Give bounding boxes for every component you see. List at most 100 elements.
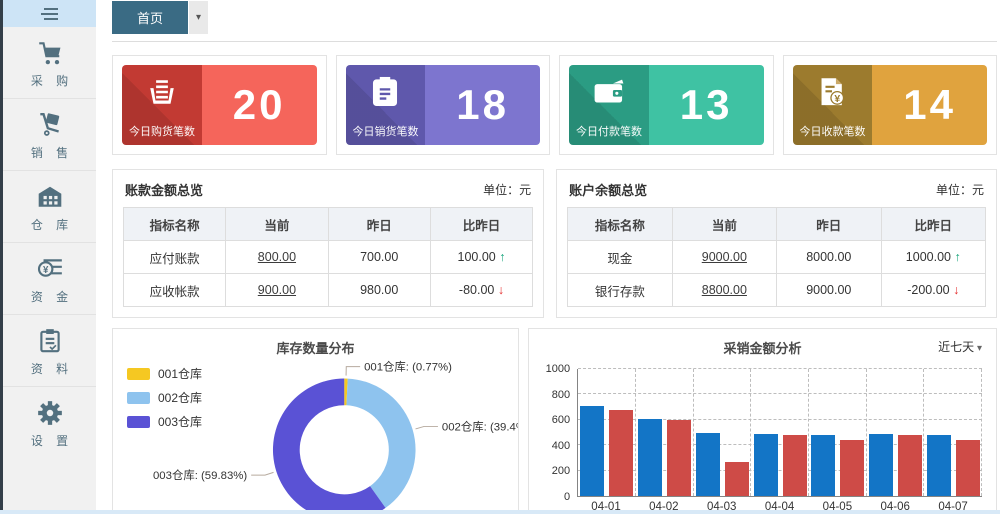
pie-chart-panel: 库存数量分布 001仓库 002仓库 003仓库 001仓库: (0.77%)0… [112, 328, 519, 514]
kpi-card-payment-count[interactable]: 今日付款笔数 13 [569, 65, 764, 145]
current-value-link[interactable]: 9000.00 [702, 250, 747, 264]
bar-group-04-06 [867, 369, 925, 496]
dashboard-content: 今日购货笔数 20 今日销货笔数 18 今日付款笔数 [112, 42, 997, 514]
bar-销售-04-01 [609, 410, 633, 496]
kpi-card-panel-payment-count: 今日付款笔数 13 [559, 55, 774, 155]
donut-slice-002仓库 [346, 379, 415, 508]
bar-销售-04-04 [783, 435, 807, 496]
kpi-card-value-block: 14 [872, 65, 987, 145]
kpi-card-value: 14 [903, 81, 956, 129]
bar-chart-header: 采销金额分析 近七天 [543, 329, 982, 357]
bar-chart-panel: 采销金额分析 近七天 02004006008001000 04-0104-020… [528, 328, 997, 514]
bar-销售-04-06 [898, 435, 922, 496]
table-row: 银行存款 8800.00 9000.00 -200.00 ↓ [568, 274, 986, 307]
legend-label: 003仓库 [158, 413, 202, 430]
bar-group-04-02 [636, 369, 694, 496]
kpi-card-icon-block: ¥ 今日收款笔数 [793, 65, 873, 145]
bar-chart-title: 采销金额分析 [543, 329, 982, 357]
svg-text:¥: ¥ [835, 94, 841, 105]
y-axis-tick-label: 400 [552, 440, 570, 452]
tab-dropdown-button[interactable] [188, 1, 208, 34]
row-name: 应付账款 [124, 241, 226, 274]
table-panel-accounts-amount: 账款金额总览 单位：元 指标名称当前昨日比昨日 应付账款 800.00 700.… [112, 169, 544, 318]
sidebar: 采 购销 售仓 库 ¥ 资 金资 料设 置 [3, 0, 96, 514]
kpi-card-icon-block: 今日购货笔数 [122, 65, 202, 145]
sidebar-item-funds[interactable]: ¥ 资 金 [3, 242, 96, 314]
delta-value: 100.00 ↑ [430, 241, 532, 274]
sidebar-item-label: 资 金 [3, 288, 96, 305]
table-title: 账户余额总览 [569, 180, 647, 199]
main-area: 首页 今日购货笔数 20 今日销货笔数 [96, 0, 1000, 514]
summary-table: 指标名称当前昨日比昨日 应付账款 800.00 700.00 100.00 ↑ … [123, 207, 533, 307]
tab-home[interactable]: 首页 [112, 1, 188, 34]
menu-collapse-icon [40, 7, 60, 21]
trend-up-arrow-icon: ↑ [954, 250, 960, 264]
kpi-card-receipt-count[interactable]: ¥ 今日收款笔数 14 [793, 65, 988, 145]
bar-plot-area [577, 369, 982, 497]
legend-swatch [127, 416, 150, 428]
kpi-card-purchase-count[interactable]: 今日购货笔数 20 [122, 65, 317, 145]
kpi-card-value-block: 18 [425, 65, 540, 145]
pie-legend-item-003仓库[interactable]: 003仓库 [127, 413, 202, 430]
row-name: 现金 [568, 241, 672, 274]
table-header-cell: 比昨日 [881, 208, 985, 241]
bar-采购-04-07 [927, 435, 951, 496]
pie-legend: 001仓库 002仓库 003仓库 [127, 365, 202, 437]
summary-tables-row: 账款金额总览 单位：元 指标名称当前昨日比昨日 应付账款 800.00 700.… [112, 169, 997, 318]
y-axis-tick-label: 600 [552, 414, 570, 426]
slice-callout-label: 002仓库: (39.4%) [442, 419, 518, 433]
delta-value: -80.00 ↓ [430, 274, 532, 307]
current-value-link[interactable]: 800.00 [258, 250, 296, 264]
table-header-cell: 昨日 [328, 208, 430, 241]
kpi-card-label: 今日付款笔数 [576, 123, 642, 139]
kpi-card-label: 今日购货笔数 [129, 123, 195, 139]
kpi-card-value-block: 13 [649, 65, 764, 145]
row-name: 应收帐款 [124, 274, 226, 307]
sidebar-collapse-button[interactable] [3, 0, 96, 27]
table-title: 账款金额总览 [125, 180, 203, 199]
kpi-cards-row: 今日购货笔数 20 今日销货笔数 18 今日付款笔数 [112, 55, 997, 155]
legend-swatch [127, 368, 150, 380]
sidebar-item-data[interactable]: 资 料 [3, 314, 96, 386]
warehouse-icon [36, 183, 64, 211]
table-unit-label: 单位：元 [936, 181, 984, 198]
bar-销售-04-03 [725, 462, 749, 496]
wallet-icon [592, 75, 626, 109]
current-value-link[interactable]: 8800.00 [702, 283, 747, 297]
gear-icon [36, 399, 64, 427]
row-name: 银行存款 [568, 274, 672, 307]
legend-swatch [127, 392, 150, 404]
bar-采购-04-01 [580, 406, 604, 496]
sidebar-item-warehouse[interactable]: 仓 库 [3, 170, 96, 242]
clipboard-icon [36, 327, 64, 355]
current-value-link[interactable]: 900.00 [258, 283, 296, 297]
yesterday-value: 700.00 [328, 241, 430, 274]
slice-callout-label: 001仓库: (0.77%) [364, 360, 452, 374]
kpi-card-sales-count[interactable]: 今日销货笔数 18 [346, 65, 541, 145]
pie-legend-item-002仓库[interactable]: 002仓库 [127, 389, 202, 406]
sidebar-item-sales[interactable]: 销 售 [3, 98, 96, 170]
sidebar-item-purchase[interactable]: 采 购 [3, 27, 96, 98]
delta-value: 1000.00 ↑ [881, 241, 985, 274]
svg-text:¥: ¥ [42, 265, 48, 276]
delta-value: -200.00 ↓ [881, 274, 985, 307]
y-axis-tick-label: 0 [564, 491, 570, 503]
kpi-card-value: 20 [233, 81, 286, 129]
table-header-cell: 昨日 [777, 208, 881, 241]
pie-legend-item-001仓库[interactable]: 001仓库 [127, 365, 202, 382]
slice-callout-label: 003仓库: (59.83%) [153, 468, 247, 482]
bar-group-04-04 [751, 369, 809, 496]
sidebar-item-label: 采 购 [3, 72, 96, 89]
sidebar-nav: 采 购销 售仓 库 ¥ 资 金资 料设 置 [3, 27, 96, 458]
y-axis-tick-label: 800 [552, 389, 570, 401]
bar-销售-04-02 [667, 420, 691, 496]
kpi-card-icon-block: 今日付款笔数 [569, 65, 649, 145]
bar-采购-04-06 [869, 434, 893, 496]
kpi-card-icon-block: 今日销货笔数 [346, 65, 426, 145]
clipboard-white-icon [368, 75, 402, 109]
bar-采购-04-02 [638, 419, 662, 496]
table-row: 应收帐款 900.00 980.00 -80.00 ↓ [124, 274, 533, 307]
table-header-cell: 比昨日 [430, 208, 532, 241]
yesterday-value: 8000.00 [777, 241, 881, 274]
sidebar-item-settings[interactable]: 设 置 [3, 386, 96, 458]
